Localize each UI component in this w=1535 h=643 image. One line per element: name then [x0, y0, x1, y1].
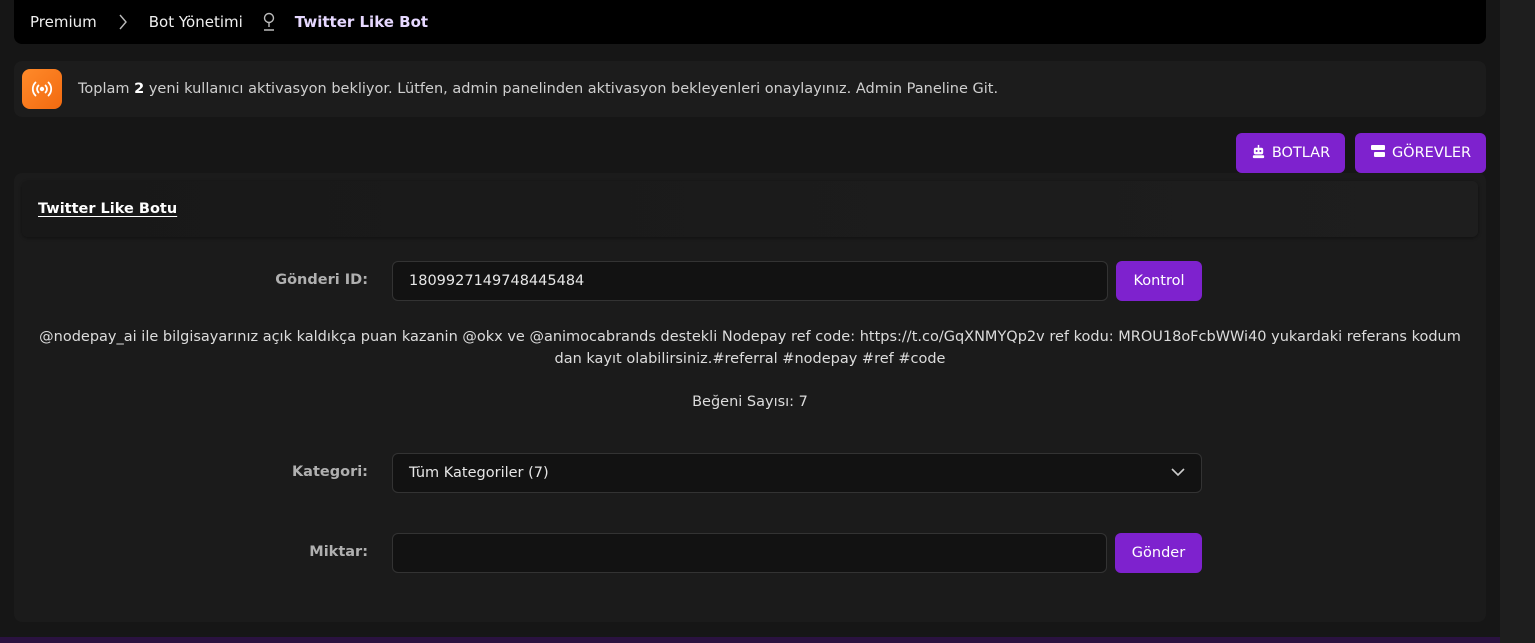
check-button[interactable]: Kontrol	[1116, 261, 1202, 301]
tasks-icon	[1370, 144, 1386, 163]
pin-icon	[243, 12, 295, 32]
post-id-input[interactable]	[409, 273, 1091, 289]
category-selected-value: Tüm Kategoriler (7)	[409, 465, 549, 481]
breadcrumb-current: Twitter Like Bot	[294, 13, 429, 31]
tweet-text: @nodepay_ai ile bilgisayarınız açık kald…	[39, 329, 1461, 367]
robot-icon	[1251, 144, 1266, 163]
chevron-right-icon	[97, 14, 149, 30]
activation-alert: Toplam 2 yeni kullanıcı aktivasyon bekli…	[14, 61, 1486, 117]
card-header: Twitter Like Botu	[22, 181, 1478, 237]
card-title: Twitter Like Botu	[38, 201, 178, 217]
tasks-button-label: GÖREVLER	[1391, 145, 1472, 161]
category-select[interactable]: Tüm Kategoriler (7)	[392, 453, 1202, 493]
amount-label: Miktar:	[309, 544, 368, 560]
alert-message: Toplam 2 yeni kullanıcı aktivasyon bekli…	[78, 81, 999, 97]
like-count: Beğeni Sayısı: 7	[692, 394, 808, 410]
post-id-field[interactable]	[392, 261, 1108, 301]
amount-input[interactable]	[409, 545, 1090, 561]
chevron-down-icon	[1171, 465, 1185, 481]
scrollbar-track[interactable]	[1500, 0, 1535, 643]
breadcrumb-premium[interactable]: Premium	[30, 13, 97, 31]
category-label: Kategori:	[291, 464, 368, 480]
bots-button[interactable]: BOTLAR	[1236, 133, 1345, 173]
bots-button-label: BOTLAR	[1271, 145, 1331, 161]
like-bot-card: Twitter Like Botu Gönderi ID: Kontrol @n…	[14, 173, 1486, 622]
amount-field[interactable]	[392, 533, 1107, 573]
breadcrumb: Premium Bot Yönetimi Twitter Like Bot	[14, 0, 1486, 44]
tasks-button[interactable]: GÖREVLER	[1355, 133, 1486, 173]
post-id-label: Gönderi ID:	[275, 272, 368, 288]
send-button[interactable]: Gönder	[1115, 533, 1202, 573]
broadcast-icon	[22, 69, 62, 109]
bottom-accent-bar	[0, 637, 1500, 643]
breadcrumb-bot-management[interactable]: Bot Yönetimi	[149, 13, 243, 31]
pending-count: 2	[134, 81, 145, 97]
